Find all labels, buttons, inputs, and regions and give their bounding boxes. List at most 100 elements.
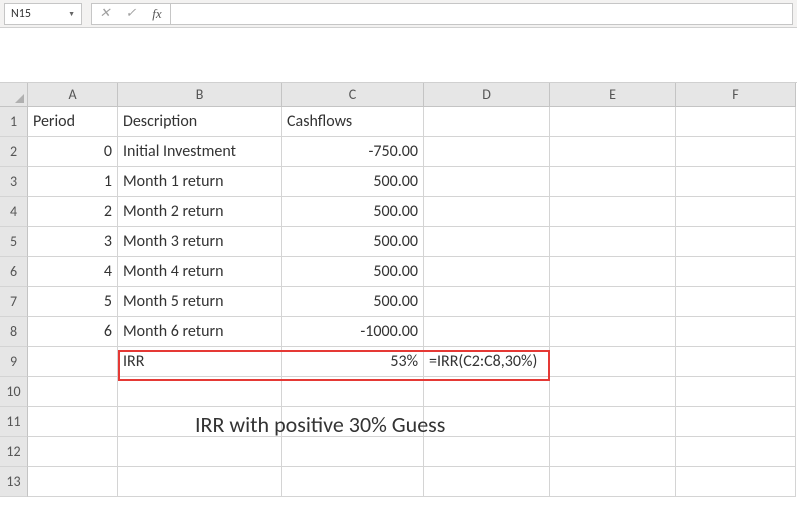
cell[interactable]: Description (118, 107, 282, 137)
cell[interactable]: Month 6 return (118, 317, 282, 347)
cell[interactable] (550, 467, 676, 497)
cell[interactable]: 500.00 (282, 227, 424, 257)
row-header[interactable]: 1 (0, 107, 28, 137)
cell[interactable] (676, 467, 796, 497)
cell[interactable] (28, 347, 118, 377)
cell[interactable] (282, 467, 424, 497)
cell[interactable]: Initial Investment (118, 137, 282, 167)
fx-icon[interactable]: fx (144, 4, 170, 24)
formula-input[interactable] (171, 3, 793, 25)
cell[interactable]: 53% (282, 347, 424, 377)
select-all-corner[interactable] (0, 83, 28, 107)
column-header[interactable]: C (282, 83, 424, 107)
cell[interactable] (424, 167, 550, 197)
cell[interactable] (282, 377, 424, 407)
cell[interactable] (424, 467, 550, 497)
cell[interactable] (676, 347, 796, 377)
cell[interactable]: 6 (28, 317, 118, 347)
cell[interactable] (424, 137, 550, 167)
cell[interactable] (424, 287, 550, 317)
row-header[interactable]: 8 (0, 317, 28, 347)
cell[interactable]: IRR (118, 347, 282, 377)
cell[interactable] (676, 407, 796, 437)
cell[interactable] (550, 347, 676, 377)
cell[interactable] (676, 257, 796, 287)
cell[interactable]: 3 (28, 227, 118, 257)
row-header[interactable]: 3 (0, 167, 28, 197)
row-header[interactable]: 5 (0, 227, 28, 257)
cell[interactable]: Period (28, 107, 118, 137)
cell[interactable] (424, 107, 550, 137)
row-header[interactable]: 10 (0, 377, 28, 407)
cell[interactable] (28, 407, 118, 437)
cell[interactable] (676, 317, 796, 347)
cell[interactable]: Month 3 return (118, 227, 282, 257)
cell[interactable] (28, 377, 118, 407)
cell[interactable]: 1 (28, 167, 118, 197)
cell[interactable]: 500.00 (282, 287, 424, 317)
cell[interactable] (550, 227, 676, 257)
cell[interactable]: 4 (28, 257, 118, 287)
cell[interactable]: -1000.00 (282, 317, 424, 347)
cell[interactable]: 500.00 (282, 257, 424, 287)
cell[interactable] (550, 377, 676, 407)
cell[interactable]: =IRR(C2:C8,30%) (424, 347, 550, 377)
row-header[interactable]: 13 (0, 467, 28, 497)
cell[interactable]: -750.00 (282, 137, 424, 167)
cancel-icon: ✕ (92, 4, 118, 24)
cell[interactable] (28, 437, 118, 467)
cell[interactable] (424, 227, 550, 257)
row-header[interactable]: 9 (0, 347, 28, 377)
cell[interactable] (550, 107, 676, 137)
cell[interactable]: 500.00 (282, 197, 424, 227)
row-header[interactable]: 4 (0, 197, 28, 227)
cell[interactable] (424, 197, 550, 227)
cell[interactable] (118, 467, 282, 497)
cell[interactable] (424, 317, 550, 347)
cell[interactable] (676, 137, 796, 167)
cell[interactable] (676, 227, 796, 257)
cell[interactable]: 2 (28, 197, 118, 227)
column-header[interactable]: B (118, 83, 282, 107)
cell[interactable] (676, 197, 796, 227)
row-header[interactable]: 6 (0, 257, 28, 287)
cell[interactable] (424, 257, 550, 287)
cell[interactable] (676, 107, 796, 137)
chevron-down-icon[interactable]: ▼ (68, 9, 75, 18)
cell[interactable]: Month 4 return (118, 257, 282, 287)
cell[interactable]: 5 (28, 287, 118, 317)
cell[interactable] (118, 377, 282, 407)
name-box[interactable]: N15 ▼ (4, 3, 82, 25)
cell[interactable]: Month 5 return (118, 287, 282, 317)
cell[interactable] (118, 437, 282, 467)
ribbon-placeholder (0, 28, 797, 83)
cell[interactable] (550, 437, 676, 467)
cell[interactable]: Month 2 return (118, 197, 282, 227)
cell[interactable] (28, 467, 118, 497)
cell[interactable] (676, 287, 796, 317)
row-header[interactable]: 12 (0, 437, 28, 467)
column-header[interactable]: F (676, 83, 796, 107)
cell[interactable] (676, 167, 796, 197)
row-header[interactable]: 11 (0, 407, 28, 437)
column-header[interactable]: E (550, 83, 676, 107)
cell[interactable]: 500.00 (282, 167, 424, 197)
cell[interactable] (550, 257, 676, 287)
cell[interactable] (282, 437, 424, 467)
column-header[interactable]: D (424, 83, 550, 107)
column-header[interactable]: A (28, 83, 118, 107)
cell[interactable]: Month 1 return (118, 167, 282, 197)
cell[interactable] (676, 377, 796, 407)
row-header[interactable]: 2 (0, 137, 28, 167)
cell[interactable] (550, 197, 676, 227)
cell[interactable] (550, 317, 676, 347)
cell[interactable] (550, 167, 676, 197)
row-header[interactable]: 7 (0, 287, 28, 317)
cell[interactable] (424, 377, 550, 407)
cell[interactable] (424, 437, 550, 467)
cell[interactable] (550, 287, 676, 317)
cell[interactable] (676, 437, 796, 467)
cell[interactable]: 0 (28, 137, 118, 167)
cell[interactable]: Cashflows (282, 107, 424, 137)
cell[interactable] (550, 137, 676, 167)
